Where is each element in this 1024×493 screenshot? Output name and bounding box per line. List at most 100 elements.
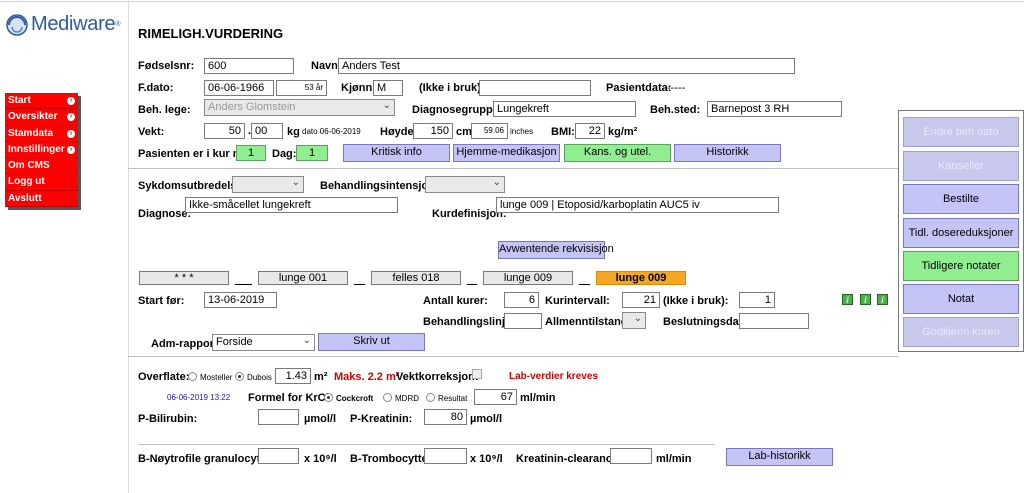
mdrd-radio[interactable] [383, 393, 392, 402]
info-icon[interactable]: i [877, 294, 888, 305]
maks-warning: Maks. 2.2 m² [334, 371, 400, 383]
historikk-button[interactable]: Historikk [674, 144, 781, 162]
beh-sted-label: Beh.sted: [650, 104, 701, 116]
bili-field[interactable] [258, 409, 299, 425]
mediware-logo: Mediware ® [6, 13, 120, 36]
kreaclear-field[interactable] [610, 448, 652, 464]
intervall-field[interactable]: 21 [622, 292, 660, 308]
avventende-rekvisisjon-button[interactable]: Avwentende rekvisisjon [498, 241, 614, 259]
brand-name: Mediware [31, 13, 116, 35]
sidebar-divider [128, 0, 129, 493]
kritisk-info-button[interactable]: Kritisk info [343, 144, 450, 162]
hoyde-field[interactable]: 150 [413, 123, 453, 139]
menu-item[interactable]: Logg ut [5, 174, 78, 191]
diagnose-field[interactable]: Ikke-småcellet lungekreft [185, 197, 398, 213]
cockcroft-radio[interactable] [324, 393, 333, 402]
side-action-button[interactable]: Kanseller [903, 151, 1019, 181]
info-icon[interactable]: i [842, 294, 853, 305]
menu-item[interactable]: Om CMS [5, 158, 78, 175]
bmi-label: BMI: [551, 126, 575, 138]
ikke-i-bruk-label: (Ikke i bruk): [419, 82, 485, 94]
fodselsnr-field[interactable]: 600 [204, 58, 294, 74]
menu-item[interactable]: Stamdata › [5, 126, 78, 142]
linje-field[interactable] [504, 313, 542, 329]
krea-field[interactable]: 80 [424, 409, 467, 425]
trombo-field[interactable] [424, 448, 467, 464]
kjonn-label: Kjønn: [341, 82, 376, 94]
chevron-right-icon: › [67, 97, 75, 105]
start-field[interactable]: 13-06-2019 [204, 292, 277, 308]
navn-label: Navn: [311, 60, 342, 72]
chevron-down-icon: ⌄ [302, 335, 311, 346]
skriv-ut-button[interactable]: Skriv ut [318, 333, 425, 351]
side-action-button[interactable]: Godkjenn kuren [903, 317, 1019, 347]
side-action-button[interactable]: Tidl. dosereduksjoner [903, 218, 1019, 248]
menu-item-label: Avslutt [8, 192, 42, 204]
lab-historikk-button[interactable]: Lab-historikk [726, 448, 833, 466]
fodselsnr-label: Fødselsnr: [138, 60, 195, 72]
info-icon[interactable]: i [860, 294, 871, 305]
noytro-unit: x 10⁹/l [304, 453, 337, 465]
top-border [0, 1, 1024, 2]
fdato-field[interactable]: 06-06-1966 [204, 80, 274, 96]
ikke-field-2[interactable]: 1 [739, 292, 775, 308]
overflate-field[interactable]: 1.43 [275, 368, 311, 384]
krcl-field[interactable]: 67 [474, 389, 517, 405]
navn-field[interactable]: Anders Test [338, 58, 795, 74]
vektkorr-checkbox[interactable] [472, 369, 482, 379]
intensjon-select[interactable]: ⌄ [425, 176, 505, 193]
chevron-right-icon: › [67, 145, 75, 154]
menu-item[interactable]: Start › [5, 93, 78, 110]
ikke-i-bruk-field[interactable] [479, 80, 591, 96]
menu-item[interactable]: Innstillinger › [5, 142, 78, 159]
section-divider [128, 168, 898, 169]
dubois-radio[interactable] [235, 372, 244, 381]
krcl-label: Formel for KrCl [248, 392, 329, 404]
course-tab[interactable]: lunge 009 [483, 271, 573, 285]
bili-unit: µmol/l [304, 413, 337, 425]
kans-og-utel-button[interactable]: Kans. og utel. [564, 144, 671, 162]
adm-select[interactable]: Forside ⌄ [212, 334, 315, 351]
adm-label: Adm-rapport: [151, 338, 222, 350]
bmi-unit: kg/m² [608, 126, 638, 138]
hoyde-label: Høyde: [380, 126, 418, 138]
allmenn-select[interactable]: ⌄ [622, 312, 646, 329]
vekt-date: dato 06-06-2019 [302, 127, 361, 136]
sykdom-label: Sykdomsutbredelse: [138, 180, 247, 192]
course-tab[interactable]: felles 018 [371, 271, 461, 285]
bili-label: P-Bilirubin: [138, 413, 198, 425]
side-action-button[interactable]: Bestilte [903, 184, 1019, 214]
side-action-button[interactable]: Notat [903, 284, 1019, 314]
kur-nr-label: Pasienten er i kur nr: [138, 148, 248, 160]
menu-item[interactable]: Avslutt [5, 191, 78, 208]
beh-sted-field[interactable]: Barnepost 3 RH [707, 101, 842, 117]
course-tab[interactable]: lunge 001 [258, 271, 348, 285]
alder-field: 53 år [276, 80, 327, 96]
menu-item-label: Stamdata [8, 127, 54, 139]
diagnosegruppe-field[interactable]: Lungekreft [493, 101, 636, 117]
vektkorr-label: Vektkorreksjon: [396, 371, 479, 383]
beslutning-field[interactable] [739, 313, 809, 329]
noytro-field[interactable] [258, 448, 299, 464]
side-action-button[interactable]: Tidligere notater [903, 251, 1019, 281]
mediware-logo-icon [6, 13, 28, 36]
course-connector [579, 284, 590, 285]
vekt-int-field[interactable]: 50 [204, 123, 245, 139]
resultat-radio[interactable] [426, 393, 435, 402]
vekt-dec-field[interactable]: 00 [251, 123, 283, 139]
hjemme-medikasjon-button[interactable]: Hjemme-medikasjon [453, 144, 560, 162]
course-tab-active[interactable]: lunge 009 [596, 271, 686, 285]
course-tab[interactable]: * * * [139, 271, 229, 285]
side-action-button[interactable]: Endre beh dato [903, 117, 1019, 147]
overflate-unit: m² [314, 371, 328, 383]
beh-lege-select[interactable]: Anders Glomstein ⌄ [204, 99, 395, 116]
menu-item[interactable]: Oversikter › [5, 109, 78, 126]
antall-field[interactable]: 6 [504, 292, 539, 308]
kurdef-field[interactable]: lunge 009 | Etoposid/karboplatin AUC5 iv [496, 197, 779, 213]
dubois-label: Dubois [247, 373, 272, 382]
cockcroft-label: Cockcroft [336, 394, 374, 403]
sykdom-select[interactable]: ⌄ [232, 176, 304, 193]
mosteller-radio[interactable] [188, 372, 197, 381]
start-label: Start før: [138, 295, 185, 307]
kjonn-field[interactable]: M [373, 80, 403, 96]
